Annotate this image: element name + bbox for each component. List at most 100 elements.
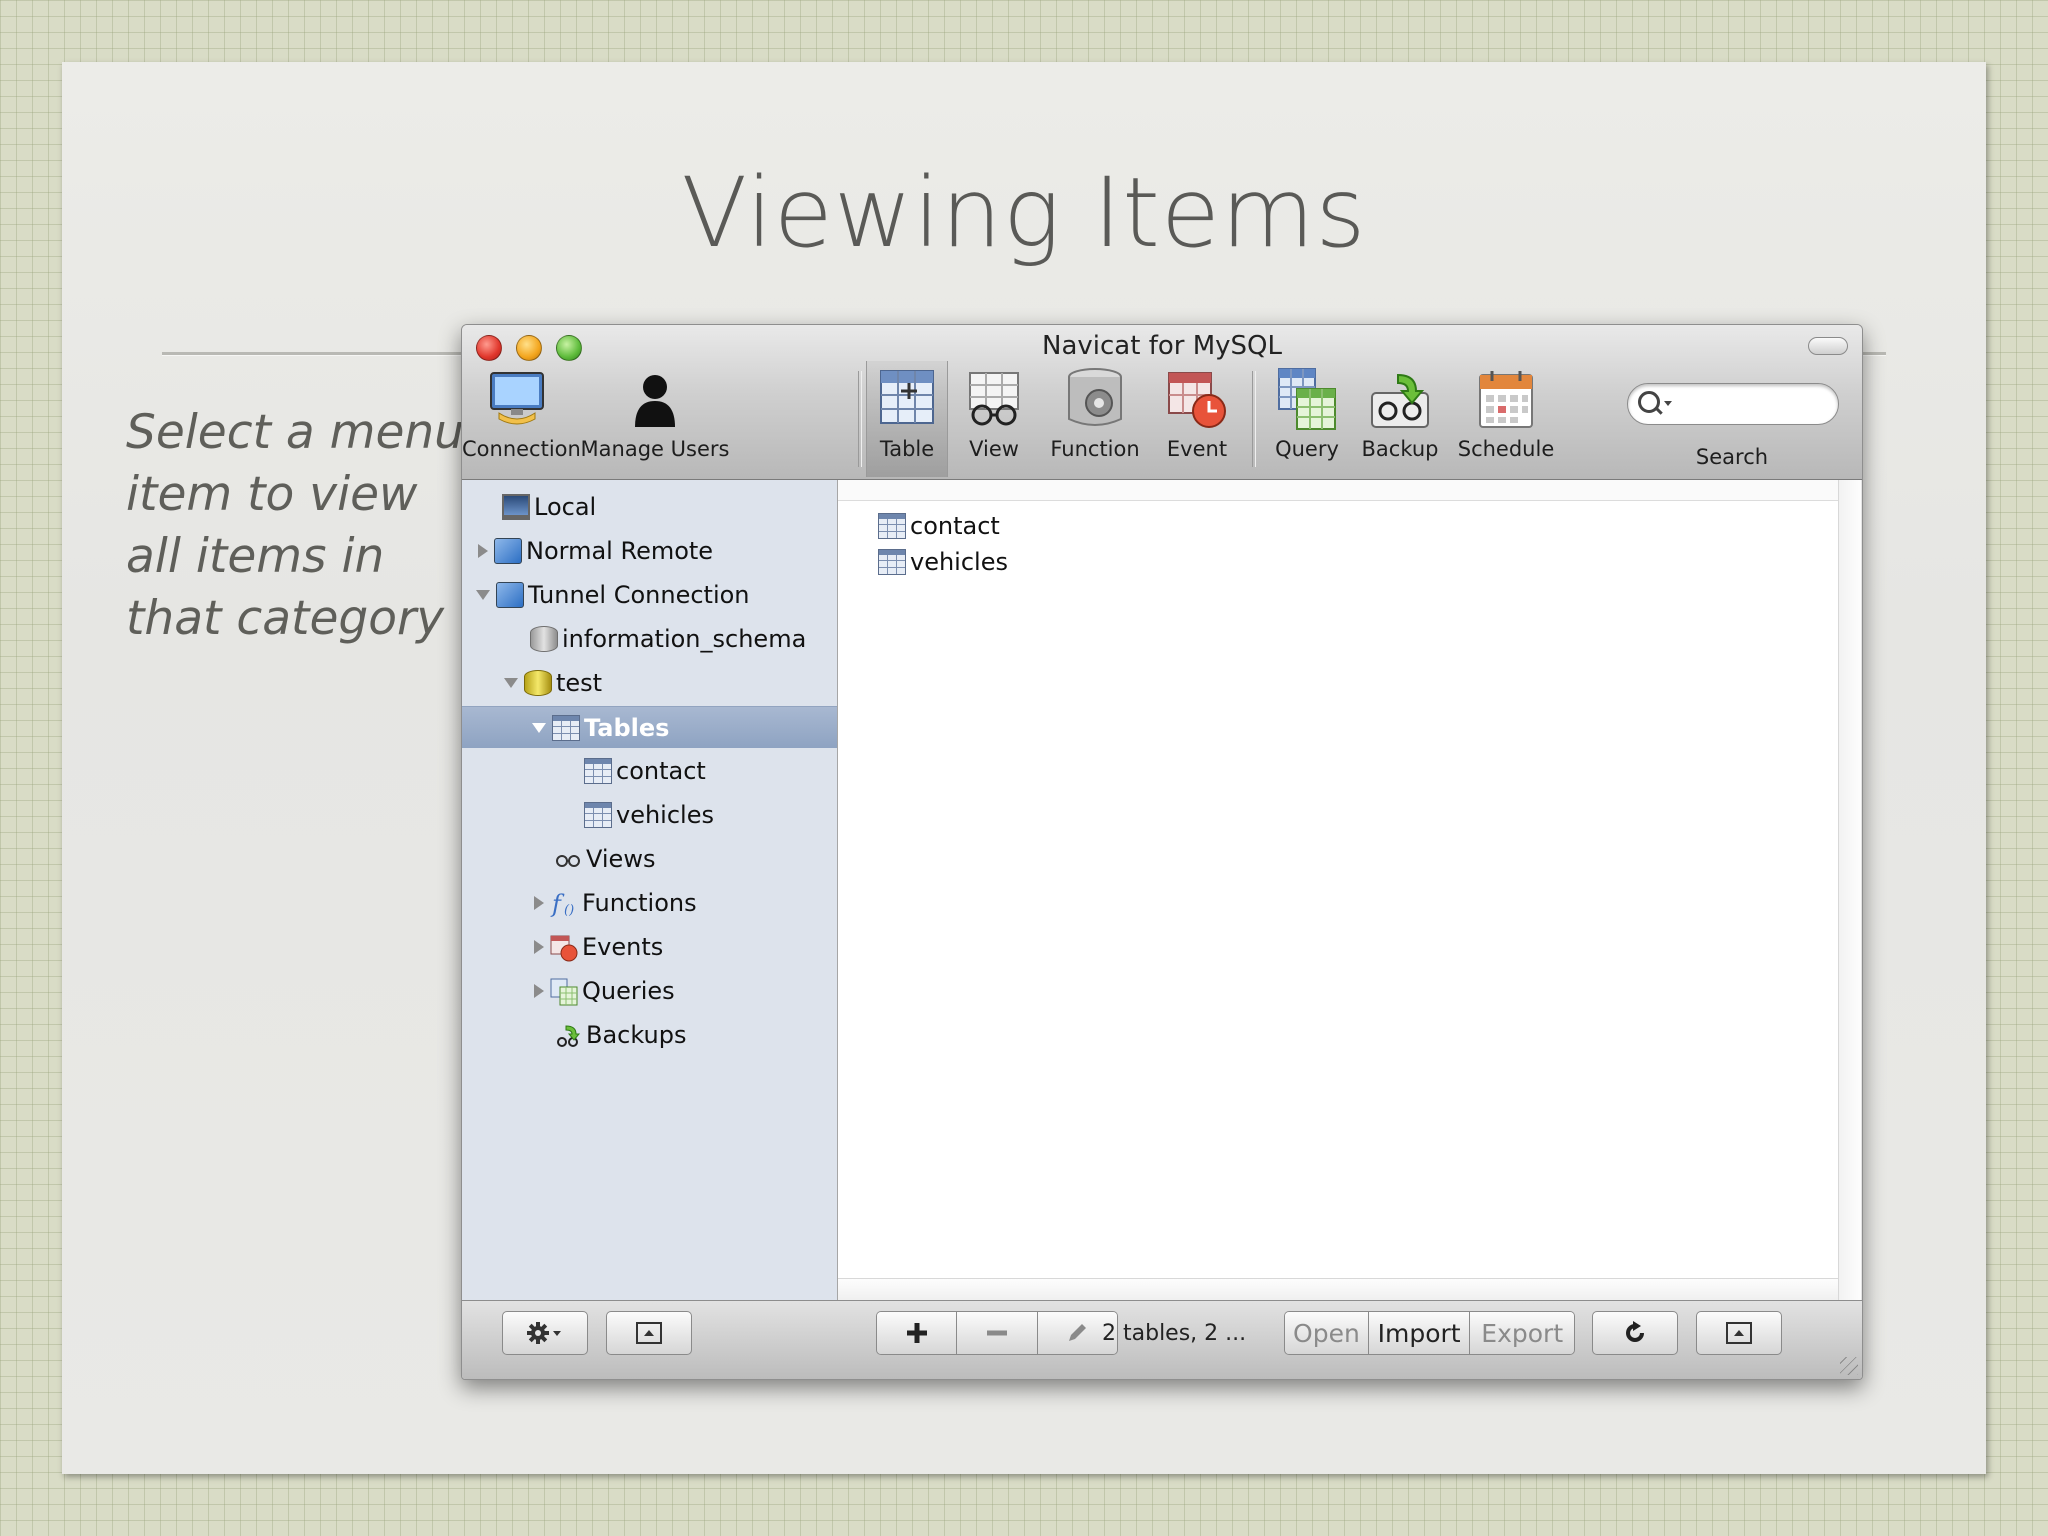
show-sidebar-button[interactable] bbox=[606, 1311, 692, 1355]
disclosure-triangle-icon[interactable] bbox=[534, 896, 544, 910]
query-icon bbox=[550, 978, 578, 1006]
connection-icon bbox=[462, 365, 572, 433]
sidebar-item-label: Events bbox=[582, 933, 664, 961]
add-button[interactable] bbox=[877, 1312, 958, 1354]
toolbar-schedule-button[interactable]: Schedule bbox=[1452, 365, 1560, 473]
open-import-export-group: Open Import Export bbox=[1284, 1311, 1575, 1355]
toolbar-manage-users-label: Manage Users bbox=[580, 437, 730, 461]
window-toolbar: Navicat for MySQL Connection Manage User… bbox=[462, 325, 1862, 480]
sidebar-item-test[interactable]: test bbox=[462, 662, 879, 704]
export-button[interactable]: Export bbox=[1470, 1312, 1574, 1354]
toolbar-connection-button[interactable]: Connection bbox=[462, 365, 581, 473]
action-menu-button[interactable] bbox=[502, 1311, 588, 1355]
navicat-window: Navicat for MySQL Connection Manage User… bbox=[461, 324, 1863, 1380]
status-text: 2 tables, 2 ... bbox=[1102, 1321, 1247, 1346]
toolbar-function-button[interactable]: Function bbox=[1042, 365, 1148, 473]
sidebar-item-label: contact bbox=[616, 757, 706, 785]
view-glasses-icon bbox=[954, 365, 1034, 433]
sidebar-item-label: Tables bbox=[584, 713, 670, 742]
bottom-toolbar: 2 tables, 2 ... Open Import Export bbox=[462, 1300, 1862, 1379]
horizontal-scrollbar[interactable] bbox=[838, 1278, 1838, 1301]
table-icon bbox=[878, 549, 906, 575]
table-icon bbox=[552, 714, 580, 741]
object-list-pane[interactable]: contact vehicles bbox=[838, 480, 1861, 1301]
user-icon bbox=[580, 365, 730, 433]
list-header bbox=[838, 480, 1838, 501]
toolbar-query-button[interactable]: Query bbox=[1262, 365, 1352, 473]
object-actions-group bbox=[876, 1311, 1118, 1355]
disclosure-triangle-icon[interactable] bbox=[478, 544, 488, 558]
list-item-vehicles[interactable]: vehicles bbox=[878, 546, 1008, 578]
disclosure-triangle-icon[interactable] bbox=[504, 678, 518, 688]
show-info-pane-button[interactable] bbox=[1696, 1311, 1782, 1355]
list-item-label: contact bbox=[910, 512, 1000, 540]
toolbar-backup-label: Backup bbox=[1361, 437, 1439, 461]
sidebar-item-normal-remote[interactable]: Normal Remote bbox=[462, 530, 853, 572]
gear-icon bbox=[527, 1322, 561, 1344]
sidebar-item-label: Tunnel Connection bbox=[528, 581, 750, 609]
sidebar-item-tables[interactable]: Tables bbox=[462, 706, 837, 748]
query-icon bbox=[1262, 365, 1352, 433]
disclosure-triangle-icon[interactable] bbox=[534, 940, 544, 954]
delete-button[interactable] bbox=[957, 1312, 1038, 1354]
search-label: Search bbox=[1695, 445, 1769, 469]
slide-title: Viewing Items bbox=[681, 157, 1367, 269]
search-icon bbox=[1638, 391, 1660, 413]
backup-icon bbox=[1352, 365, 1448, 433]
connection-icon bbox=[494, 538, 522, 564]
sidebar-item-tunnel-connection[interactable]: Tunnel Connection bbox=[462, 574, 851, 616]
search-dropdown-icon[interactable] bbox=[1664, 401, 1672, 406]
vertical-scrollbar[interactable] bbox=[1838, 480, 1861, 1301]
schedule-icon bbox=[1452, 365, 1560, 433]
plus-icon bbox=[906, 1323, 927, 1343]
sidebar-item-label: vehicles bbox=[616, 801, 714, 829]
list-item-contact[interactable]: contact bbox=[878, 510, 1000, 542]
navigation-sidebar: Local Normal Remote Tunnel Connection in… bbox=[462, 480, 838, 1301]
database-icon bbox=[530, 626, 558, 652]
toolbar-view-label: View bbox=[969, 437, 1019, 461]
svg-text:f: f bbox=[550, 890, 565, 918]
import-button[interactable]: Import bbox=[1368, 1312, 1471, 1354]
svg-text:(): () bbox=[564, 903, 574, 918]
slide-caption: Select a menu item to view all items in … bbox=[126, 405, 464, 646]
disclosure-triangle-icon[interactable] bbox=[476, 590, 490, 600]
sidebar-item-label: Local bbox=[534, 493, 597, 521]
sidebar-item-label: test bbox=[556, 669, 603, 697]
toolbar-backup-button[interactable]: Backup bbox=[1352, 365, 1448, 473]
disclosure-triangle-icon[interactable] bbox=[534, 984, 544, 998]
refresh-button[interactable] bbox=[1592, 1311, 1678, 1355]
open-button[interactable]: Open bbox=[1285, 1312, 1369, 1354]
toolbar-separator bbox=[858, 371, 862, 467]
toolbar-event-button[interactable]: Event bbox=[1152, 365, 1242, 473]
toolbar-event-label: Event bbox=[1166, 437, 1228, 461]
computer-icon bbox=[502, 494, 530, 520]
event-icon bbox=[550, 934, 578, 962]
toolbar-manage-users-button[interactable]: Manage Users bbox=[580, 365, 730, 473]
panel-toggle-icon bbox=[1726, 1322, 1752, 1344]
toolbar-toggle-button[interactable] bbox=[1808, 337, 1848, 355]
table-icon bbox=[878, 513, 906, 539]
table-icon bbox=[584, 758, 612, 784]
sidebar-item-label: Backups bbox=[586, 1021, 687, 1049]
backup-icon bbox=[554, 1022, 582, 1048]
minus-icon bbox=[986, 1330, 1007, 1336]
database-icon bbox=[524, 670, 552, 696]
toolbar-table-label: Table bbox=[879, 437, 935, 461]
toolbar-view-button[interactable]: View bbox=[954, 365, 1034, 473]
window-title: Navicat for MySQL bbox=[1042, 331, 1282, 361]
disclosure-triangle-icon[interactable] bbox=[532, 722, 546, 733]
toolbar-function-label: Function bbox=[1050, 437, 1140, 461]
panel-toggle-icon bbox=[636, 1322, 662, 1344]
toolbar-table-button[interactable]: Table bbox=[866, 361, 948, 477]
toolbar-query-label: Query bbox=[1275, 437, 1339, 461]
sidebar-item-local[interactable]: Local bbox=[462, 486, 877, 528]
resize-grip[interactable] bbox=[1840, 1357, 1858, 1375]
toolbar-schedule-label: Schedule bbox=[1457, 437, 1555, 461]
sidebar-item-label: Views bbox=[586, 845, 656, 873]
table-icon bbox=[584, 802, 612, 828]
sidebar-item-label: Normal Remote bbox=[526, 537, 714, 565]
table-icon bbox=[867, 361, 947, 433]
pencil-icon bbox=[1069, 1324, 1087, 1341]
toolbar-separator bbox=[1252, 371, 1256, 467]
search-input[interactable] bbox=[1627, 383, 1839, 425]
